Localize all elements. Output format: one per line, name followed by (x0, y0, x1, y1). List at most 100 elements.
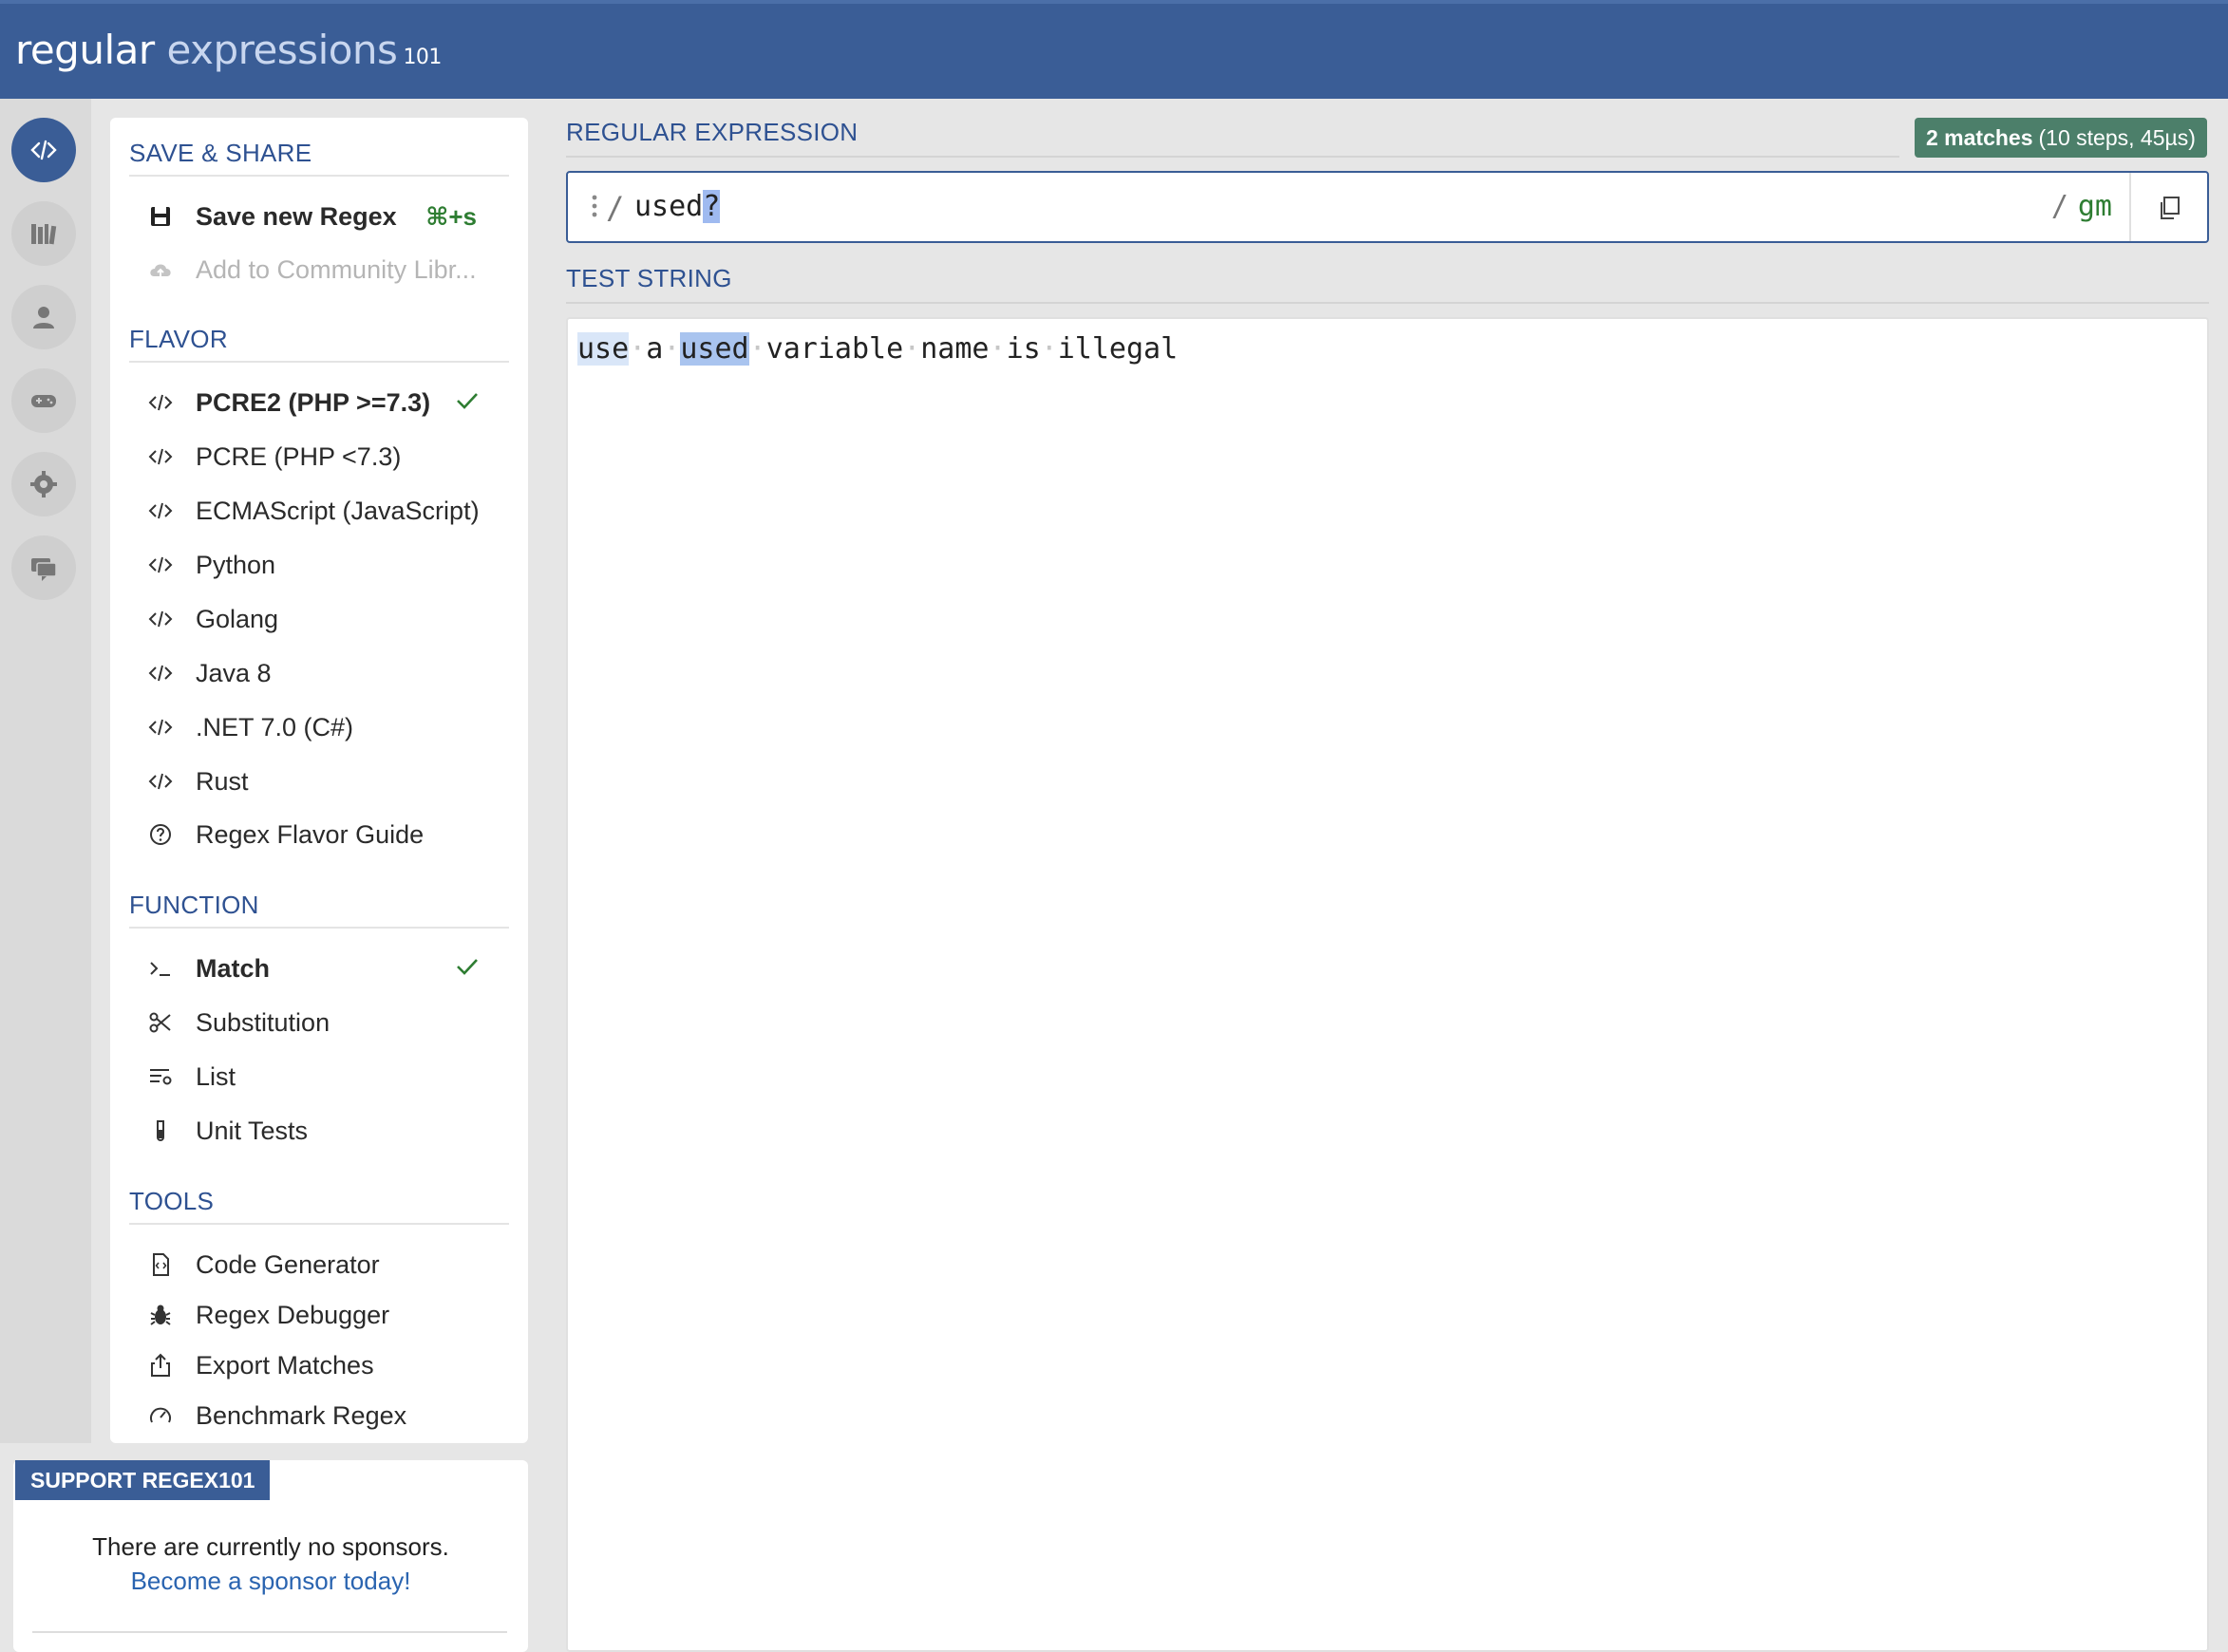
gauge-icon (150, 1407, 171, 1423)
test-word: a (646, 332, 664, 366)
save-share-heading: SAVE & SHARE (129, 139, 312, 167)
copy-icon[interactable] (2156, 194, 2184, 222)
tool-label: Regex Debugger (196, 1300, 390, 1329)
regex-flavor-guide-label: Regex Flavor Guide (196, 819, 425, 849)
list-settings-icon (150, 1069, 172, 1085)
function-option-substitution[interactable]: Substitution (144, 1004, 515, 1042)
tool-label: Export Matches (196, 1350, 374, 1380)
flavor-label: ECMAScript (JavaScript) (196, 496, 480, 525)
rail-regex-editor-button[interactable] (11, 118, 76, 182)
flavor-label: Golang (196, 604, 279, 633)
regex-flags-button[interactable]: / gm (2051, 190, 2112, 223)
regex-pattern[interactable]: used? (634, 190, 721, 223)
drag-handle-icon[interactable] (591, 194, 598, 218)
support-tag: SUPPORT REGEX101 (15, 1460, 271, 1500)
divider (129, 361, 509, 363)
brand-logo[interactable]: regular expressions 101 (15, 27, 442, 73)
icon-rail (0, 99, 91, 1443)
add-to-community-button[interactable]: Add to Community Libr... (144, 251, 515, 289)
rail-settings-button[interactable] (11, 452, 76, 516)
match-highlight-2: used (680, 332, 749, 366)
test-word: name (920, 332, 990, 366)
tool-label: Code Generator (196, 1249, 380, 1279)
flavor-label: Java 8 (196, 658, 272, 687)
top-bar: regular expressions 101 (0, 0, 2228, 99)
rail-account-button[interactable] (11, 285, 76, 349)
flavor-option-pcre2[interactable]: PCRE2 (PHP >=7.3) (144, 384, 515, 422)
flavor-option-ecmascript[interactable]: ECMAScript (JavaScript) (144, 492, 515, 530)
code-icon (148, 394, 173, 411)
function-option-match[interactable]: Match (144, 949, 515, 987)
help-circle-icon (150, 824, 171, 845)
save-new-regex-label: Save new Regex (196, 201, 397, 231)
settings-icon (30, 471, 57, 497)
share-upload-icon (151, 1353, 170, 1377)
code-icon (30, 140, 57, 160)
function-option-list[interactable]: List (144, 1058, 515, 1096)
brand-version: 101 (403, 46, 442, 69)
regex-flavor-guide-link[interactable]: Regex Flavor Guide (144, 816, 515, 854)
tool-benchmark-regex[interactable]: Benchmark Regex (144, 1397, 515, 1435)
tool-regex-debugger[interactable]: Regex Debugger (144, 1296, 515, 1334)
match-detail: (10 steps, 45µs) (2038, 124, 2196, 150)
save-new-regex-button[interactable]: Save new Regex ⌘+s (144, 197, 515, 235)
sidebar-panel: SAVE & SHARE Save new Regex ⌘+s Add to C… (110, 118, 528, 1443)
support-panel: SUPPORT REGEX101 There are currently no … (13, 1460, 528, 1652)
function-heading: FUNCTION (129, 891, 259, 919)
test-word: is (1006, 332, 1041, 366)
regex-pattern-literal: used (634, 190, 704, 223)
brand-light: expressions (166, 27, 398, 73)
add-to-community-label: Add to Community Libr... (196, 254, 477, 284)
flavor-option-python[interactable]: Python (144, 546, 515, 584)
code-file-icon (153, 1253, 169, 1276)
cloud-upload-icon (150, 264, 171, 277)
regex-input[interactable]: / used? / gm (566, 171, 2209, 243)
flavor-label: Rust (196, 766, 249, 796)
divider (129, 927, 509, 929)
divider (129, 1223, 509, 1225)
no-sponsors-text: There are currently no sponsors. (92, 1532, 449, 1561)
code-icon (148, 665, 173, 682)
divider (566, 302, 2209, 304)
test-word: variable (765, 332, 904, 366)
regex-open-delimiter: / (606, 190, 625, 226)
save-shortcut: ⌘+s (425, 201, 477, 231)
rail-quiz-button[interactable] (11, 368, 76, 433)
code-icon (148, 448, 173, 465)
flavor-option-java[interactable]: Java 8 (144, 654, 515, 692)
tools-heading: TOOLS (129, 1187, 215, 1215)
flavor-option-dotnet[interactable]: .NET 7.0 (C#) (144, 708, 515, 746)
code-icon (148, 610, 173, 628)
checkmark-icon (457, 959, 478, 975)
bug-icon (150, 1305, 171, 1325)
become-sponsor-link[interactable]: Become a sponsor today! (13, 1567, 528, 1596)
function-option-unit-tests[interactable]: Unit Tests (144, 1112, 515, 1150)
scissors-icon (149, 1012, 171, 1033)
flavor-label: PCRE (PHP <7.3) (196, 441, 402, 471)
regular-expression-label: REGULAR EXPRESSION (566, 118, 859, 146)
test-string-text[interactable]: use·a·used·variable·name·is·illegal (577, 332, 1178, 366)
tool-code-generator[interactable]: Code Generator (144, 1246, 515, 1284)
regex-pattern-quantifier: ? (703, 190, 721, 223)
match-count: 2 matches (1926, 124, 2033, 150)
divider (566, 156, 1899, 158)
divider (32, 1631, 507, 1633)
function-label: List (196, 1061, 236, 1091)
floppy-disk-icon (151, 207, 170, 226)
test-string-editor[interactable]: use·a·used·variable·name·is·illegal (566, 317, 2209, 1652)
code-icon (148, 502, 173, 519)
rail-chat-button[interactable] (11, 535, 76, 600)
rail-library-button[interactable] (11, 201, 76, 266)
code-icon (148, 719, 173, 736)
divider (129, 175, 509, 177)
test-word: illegal (1057, 332, 1179, 366)
checkmark-icon (457, 393, 478, 409)
tool-export-matches[interactable]: Export Matches (144, 1346, 515, 1384)
code-icon (148, 556, 173, 573)
flavor-option-rust[interactable]: Rust (144, 762, 515, 800)
flavor-option-pcre[interactable]: PCRE (PHP <7.3) (144, 438, 515, 476)
flavor-label: .NET 7.0 (C#) (196, 712, 354, 742)
test-string-label: TEST STRING (566, 264, 732, 292)
terminal-icon (150, 962, 170, 976)
flavor-option-golang[interactable]: Golang (144, 600, 515, 638)
